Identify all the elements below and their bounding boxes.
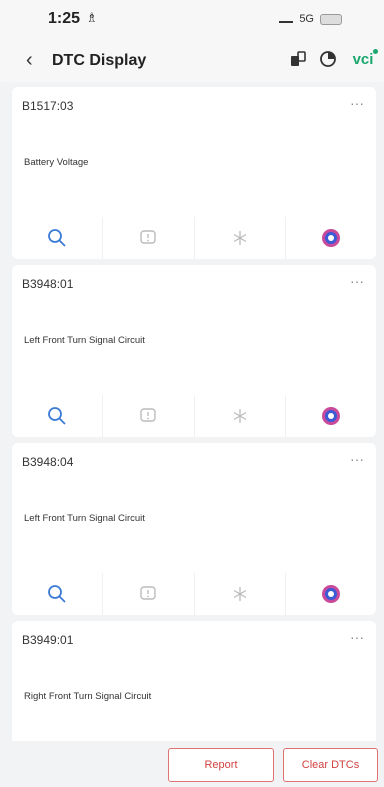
- dtc-code: B3948:01: [22, 277, 74, 291]
- person-icon: ♗: [86, 10, 98, 25]
- search-icon[interactable]: [12, 395, 104, 437]
- report-button[interactable]: Report: [168, 748, 274, 782]
- device-switch-icon[interactable]: [288, 49, 308, 69]
- assistant-icon[interactable]: [286, 395, 376, 437]
- dtc-code: B3948:04: [22, 455, 74, 469]
- more-icon[interactable]: ···: [350, 273, 364, 289]
- more-icon[interactable]: ···: [350, 629, 364, 645]
- dtc-card[interactable]: B3949:01 ··· Right Front Turn Signal Cir…: [12, 621, 376, 741]
- freeze-frame-icon[interactable]: [195, 573, 286, 615]
- dtc-description: Battery Voltage: [24, 157, 89, 168]
- status-indicators: 5G: [279, 13, 342, 25]
- dtc-code: B1517:03: [22, 99, 74, 113]
- status-time: 1:25: [48, 10, 81, 27]
- battery-icon: [320, 13, 342, 25]
- dtc-card[interactable]: B1517:03 ··· Battery Voltage: [12, 87, 376, 259]
- network-label: 5G: [299, 13, 314, 25]
- bottom-action-bar: Report Clear DTCs: [0, 741, 384, 787]
- dtc-actions: [12, 573, 376, 615]
- freeze-frame-icon[interactable]: [195, 217, 286, 259]
- dtc-list[interactable]: B1517:03 ··· Battery Voltage B3948:01 ··…: [12, 87, 376, 741]
- freeze-frame-icon[interactable]: [195, 395, 286, 437]
- assistant-icon[interactable]: [286, 573, 376, 615]
- nav-bar: ‹ DTC Display vci: [0, 40, 384, 82]
- dtc-card[interactable]: B3948:01 ··· Left Front Turn Signal Circ…: [12, 265, 376, 437]
- search-icon[interactable]: [12, 217, 104, 259]
- back-button[interactable]: ‹: [26, 49, 33, 72]
- clear-dtcs-button[interactable]: Clear DTCs: [283, 748, 378, 782]
- nav-actions: vci: [288, 49, 378, 69]
- assistant-icon[interactable]: [286, 217, 376, 259]
- status-bar: 1:25 ♗ 5G: [0, 0, 384, 40]
- page-title: DTC Display: [52, 52, 147, 69]
- info-icon[interactable]: [103, 573, 195, 615]
- dtc-card[interactable]: B3948:04 ··· Left Front Turn Signal Circ…: [12, 443, 376, 615]
- dtc-code: B3949:01: [22, 633, 74, 647]
- signal-icon: [279, 15, 294, 23]
- search-icon[interactable]: [12, 573, 104, 615]
- vci-connected-dot: [373, 49, 378, 54]
- more-icon[interactable]: ···: [350, 451, 364, 467]
- vci-label: vci: [352, 50, 374, 68]
- more-icon[interactable]: ···: [350, 95, 364, 111]
- dtc-description: Left Front Turn Signal Circuit: [24, 513, 145, 524]
- info-icon[interactable]: [103, 395, 195, 437]
- dtc-actions: [12, 395, 376, 437]
- dtc-description: Left Front Turn Signal Circuit: [24, 335, 145, 346]
- vci-status-icon[interactable]: vci: [348, 49, 378, 69]
- camera-icon[interactable]: [318, 49, 338, 69]
- dtc-description: Right Front Turn Signal Circuit: [24, 691, 152, 702]
- info-icon[interactable]: [103, 217, 195, 259]
- dtc-actions: [12, 217, 376, 259]
